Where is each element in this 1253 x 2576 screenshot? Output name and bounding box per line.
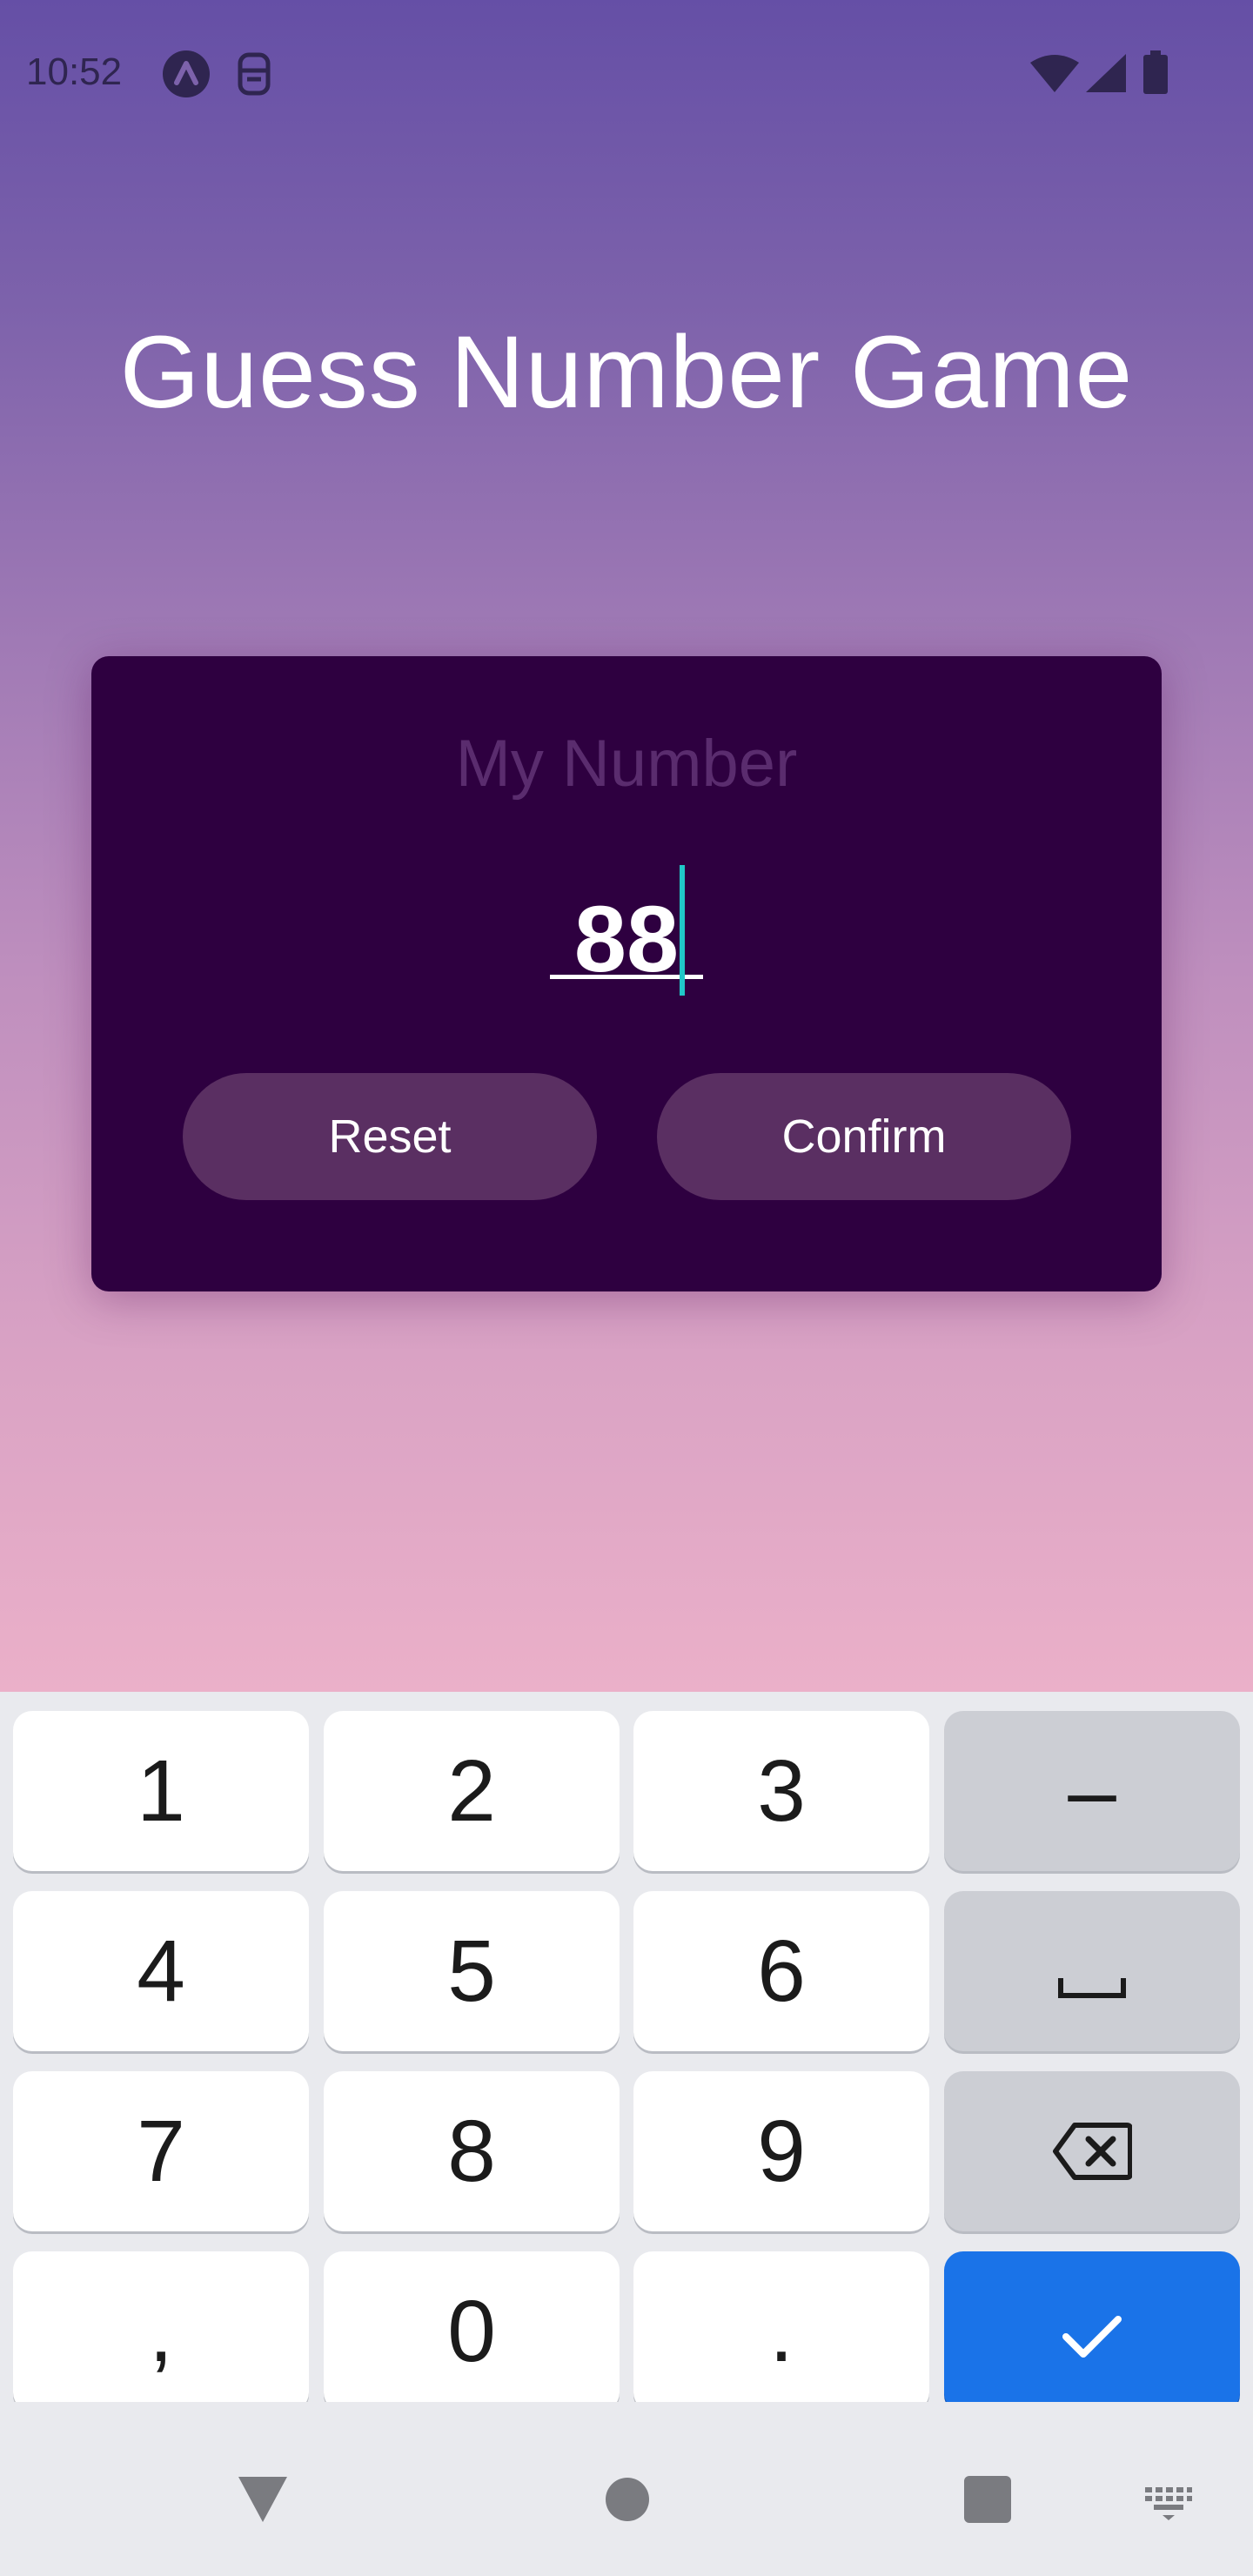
key-space[interactable] — [944, 1891, 1240, 2051]
check-icon — [1061, 2282, 1123, 2382]
key-period[interactable]: . — [633, 2251, 929, 2412]
back-icon[interactable] — [237, 2475, 289, 2528]
text-cursor — [680, 865, 685, 996]
wifi-icon — [1030, 54, 1079, 97]
backspace-icon — [1052, 2102, 1133, 2202]
reset-button[interactable]: Reset — [183, 1073, 597, 1200]
app-notification-icon — [162, 50, 211, 103]
navigation-bar — [0, 2402, 1253, 2576]
page-title: Guess Number Game — [119, 315, 1134, 430]
key-0[interactable]: 0 — [324, 2251, 620, 2412]
key-minus[interactable]: – — [944, 1711, 1240, 1871]
key-5[interactable]: 5 — [324, 1891, 620, 2051]
key-7[interactable]: 7 — [13, 2071, 309, 2231]
status-bar: 10:52 — [0, 0, 1253, 148]
key-done[interactable] — [944, 2251, 1240, 2412]
key-6[interactable]: 6 — [633, 1891, 929, 2051]
sim-toolkit-icon — [237, 51, 271, 101]
battery-icon — [1143, 50, 1168, 98]
key-9[interactable]: 9 — [633, 2071, 929, 2231]
key-2[interactable]: 2 — [324, 1711, 620, 1871]
keyboard-switch-icon[interactable] — [1143, 2485, 1194, 2525]
key-3[interactable]: 3 — [633, 1711, 929, 1871]
number-input[interactable]: 88 — [550, 865, 703, 996]
home-icon[interactable] — [605, 2477, 650, 2526]
cell-signal-icon — [1086, 54, 1126, 97]
card-label: My Number — [455, 727, 798, 801]
status-time: 10:52 — [26, 50, 123, 93]
app-screen: 10:52 Guess Number Game My Number 88 Res… — [0, 0, 1253, 1692]
confirm-button[interactable]: Confirm — [657, 1073, 1071, 1200]
recents-icon[interactable] — [964, 2476, 1011, 2527]
key-backspace[interactable] — [944, 2071, 1240, 2231]
key-comma[interactable]: , — [13, 2251, 309, 2412]
numeric-keyboard: 1 2 3 – 4 5 6 7 8 9 , 0 . — [0, 1692, 1253, 2412]
guess-card: My Number 88 Reset Confirm — [91, 656, 1162, 1291]
space-icon — [1057, 1922, 1127, 2022]
key-8[interactable]: 8 — [324, 2071, 620, 2231]
key-4[interactable]: 4 — [13, 1891, 309, 2051]
key-1[interactable]: 1 — [13, 1711, 309, 1871]
